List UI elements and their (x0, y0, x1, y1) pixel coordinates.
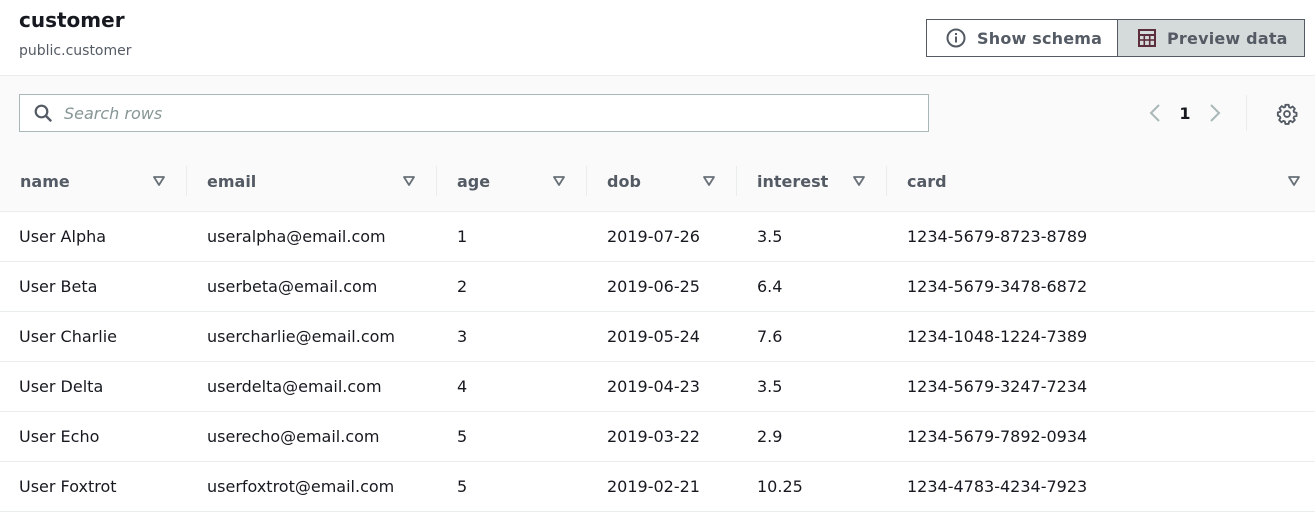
show-schema-button[interactable]: Show schema (927, 20, 1118, 56)
preview-data-button[interactable]: Preview data (1118, 20, 1304, 56)
previous-page-button[interactable] (1140, 98, 1170, 128)
cell-name: User Delta (0, 361, 187, 412)
column-header-label: email (207, 171, 257, 191)
view-toggle: Show schema Preview data (926, 19, 1305, 57)
table-row[interactable]: User Echo userecho@email.com 5 2019-03-2… (0, 411, 1315, 462)
info-circle-icon (946, 28, 966, 48)
search-icon (34, 104, 52, 122)
cell-interest: 7.6 (737, 311, 887, 362)
cell-email: usercharlie@email.com (187, 311, 437, 362)
data-table: name email age dob interest card User Al… (0, 152, 1315, 512)
cell-age: 1 (437, 211, 587, 262)
chevron-left-icon (1149, 104, 1160, 122)
cell-dob: 2019-03-22 (587, 411, 737, 462)
column-header-label: interest (757, 171, 829, 191)
table-header-row: name email age dob interest card (0, 152, 1315, 212)
cell-card: 1234-5679-3478-6872 (887, 261, 1315, 312)
column-header-age[interactable]: age (437, 152, 587, 212)
page-title: customer (19, 8, 125, 32)
cell-name: User Alpha (0, 211, 187, 262)
column-header-name[interactable]: name (0, 152, 187, 212)
table-toolbar: 1 (0, 76, 1315, 153)
cell-age: 2 (437, 261, 587, 312)
preview-data-label: Preview data (1167, 28, 1288, 48)
caret-down-icon[interactable] (403, 176, 415, 187)
table-row[interactable]: User Charlie usercharlie@email.com 3 201… (0, 311, 1315, 362)
cell-email: userdelta@email.com (187, 361, 437, 412)
caret-down-icon[interactable] (553, 176, 565, 187)
cell-dob: 2019-02-21 (587, 461, 737, 512)
column-header-card[interactable]: card (887, 152, 1315, 212)
table-row[interactable]: User Beta userbeta@email.com 2 2019-06-2… (0, 261, 1315, 312)
cell-card: 1234-5679-8723-8789 (887, 211, 1315, 262)
table-row[interactable]: User Alpha useralpha@email.com 1 2019-07… (0, 211, 1315, 262)
cell-card: 1234-5679-7892-0934 (887, 411, 1315, 462)
cell-age: 4 (437, 361, 587, 412)
cell-email: userbeta@email.com (187, 261, 437, 312)
caret-down-icon[interactable] (853, 176, 865, 187)
table-row[interactable]: User Delta userdelta@email.com 4 2019-04… (0, 361, 1315, 412)
search-box[interactable] (19, 94, 929, 132)
table-grid-icon (1138, 29, 1156, 47)
column-header-label: card (907, 171, 947, 191)
caret-down-icon[interactable] (153, 176, 165, 187)
column-header-label: age (457, 171, 491, 191)
current-page[interactable]: 1 (1170, 104, 1200, 123)
cell-interest: 6.4 (737, 261, 887, 312)
cell-interest: 3.5 (737, 361, 887, 412)
cell-card: 1234-4783-4234-7923 (887, 461, 1315, 512)
cell-email: useralpha@email.com (187, 211, 437, 262)
cell-interest: 2.9 (737, 411, 887, 462)
gear-icon (1276, 103, 1298, 125)
column-header-dob[interactable]: dob (587, 152, 737, 212)
cell-card: 1234-1048-1224-7389 (887, 311, 1315, 362)
search-input[interactable] (62, 102, 886, 124)
show-schema-label: Show schema (977, 28, 1103, 48)
cell-dob: 2019-05-24 (587, 311, 737, 362)
caret-down-icon[interactable] (703, 176, 715, 187)
pagination-divider (1246, 95, 1247, 131)
cell-interest: 3.5 (737, 211, 887, 262)
table-row[interactable]: User Foxtrot userfoxtrot@email.com 5 201… (0, 461, 1315, 512)
cell-name: User Beta (0, 261, 187, 312)
next-page-button[interactable] (1200, 98, 1230, 128)
chevron-right-icon (1210, 104, 1221, 122)
pagination: 1 (1140, 95, 1247, 131)
page-header: customer public.customer Show schema Pre… (0, 0, 1315, 76)
cell-dob: 2019-04-23 (587, 361, 737, 412)
cell-dob: 2019-06-25 (587, 261, 737, 312)
cell-interest: 10.25 (737, 461, 887, 512)
preferences-button[interactable] (1274, 101, 1300, 127)
cell-dob: 2019-07-26 (587, 211, 737, 262)
cell-age: 3 (437, 311, 587, 362)
caret-down-icon[interactable] (1288, 176, 1300, 187)
cell-age: 5 (437, 411, 587, 462)
column-header-interest[interactable]: interest (737, 152, 887, 212)
cell-email: userecho@email.com (187, 411, 437, 462)
cell-email: userfoxtrot@email.com (187, 461, 437, 512)
page-subtitle: public.customer (19, 43, 132, 59)
column-header-email[interactable]: email (187, 152, 437, 212)
cell-name: User Charlie (0, 311, 187, 362)
cell-age: 5 (437, 461, 587, 512)
cell-name: User Echo (0, 411, 187, 462)
column-header-label: dob (607, 171, 641, 191)
cell-card: 1234-5679-3247-7234 (887, 361, 1315, 412)
column-header-label: name (20, 171, 70, 191)
cell-name: User Foxtrot (0, 461, 187, 512)
